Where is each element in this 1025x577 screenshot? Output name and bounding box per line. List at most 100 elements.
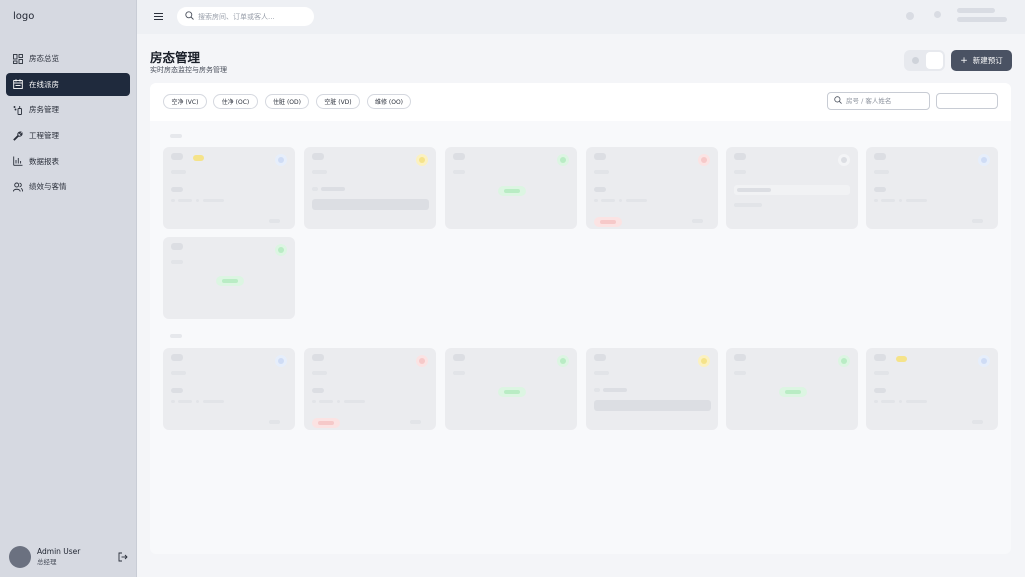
meta-dot [594, 199, 598, 202]
room-card-placeholder[interactable] [866, 348, 998, 430]
room-number-placeholder [453, 354, 465, 361]
new-booking-button[interactable]: + 新建预订 [951, 50, 1012, 71]
meta-dot [899, 400, 902, 403]
dashboard-icon [13, 53, 23, 64]
room-card-placeholder[interactable] [304, 147, 436, 229]
sidebar-item-housekeeping[interactable]: 房务管理 [6, 98, 130, 121]
room-number-placeholder [734, 153, 746, 160]
room-number-placeholder [874, 153, 886, 160]
room-card-placeholder[interactable] [726, 348, 858, 430]
meta-placeholder [972, 420, 983, 424]
room-card-placeholder[interactable] [163, 147, 295, 229]
filter-chip-vd[interactable]: 空脏 (VD) [316, 94, 360, 109]
room-card-placeholder[interactable] [586, 348, 718, 430]
meta-dot [312, 187, 318, 191]
room-type-placeholder [312, 371, 327, 375]
room-card-placeholder[interactable] [866, 147, 998, 229]
meta-dot [619, 199, 622, 202]
notification-placeholder[interactable] [906, 12, 914, 20]
filter-chip-oc[interactable]: 住净 (OC) [213, 94, 258, 109]
room-card-placeholder[interactable] [726, 147, 858, 229]
room-search-input[interactable] [846, 97, 926, 105]
status-indicator [978, 154, 990, 166]
guest-placeholder [171, 187, 183, 192]
user-role: 总经理 [37, 558, 57, 566]
room-card-placeholder[interactable] [304, 348, 436, 430]
user-profile[interactable]: Admin User 总经理 [9, 546, 131, 568]
status-pill [498, 387, 526, 397]
room-card-placeholder[interactable] [586, 147, 718, 229]
room-search[interactable] [827, 92, 930, 110]
bar-chart-icon [13, 156, 23, 167]
meta-placeholder [906, 199, 927, 202]
room-number-placeholder [171, 354, 183, 361]
sidebar-item-label: 房务管理 [29, 105, 59, 115]
guest-placeholder [874, 187, 886, 192]
search-input[interactable] [198, 12, 308, 21]
guest-placeholder [171, 388, 183, 393]
status-indicator [416, 154, 428, 166]
status-pill [779, 387, 807, 397]
room-card-placeholder[interactable] [445, 348, 577, 430]
room-number-placeholder [312, 354, 324, 361]
settings-placeholder[interactable] [934, 11, 941, 18]
meta-placeholder [410, 420, 421, 424]
note-text-placeholder [737, 188, 771, 192]
tag-placeholder [896, 356, 907, 362]
guest-placeholder [603, 388, 627, 392]
status-pill [312, 418, 340, 428]
sidebar-item-engineering[interactable]: 工程管理 [6, 124, 130, 147]
menu-icon[interactable] [153, 11, 164, 22]
app-logo[interactable]: logo [13, 11, 34, 22]
logout-icon[interactable] [118, 552, 128, 562]
sidebar-nav: 房态总览 在线派房 房务管理 工程管理 数据报表 绩效与客情 [6, 47, 130, 201]
guest-placeholder [321, 187, 345, 191]
meta-placeholder [972, 219, 983, 223]
user-role-placeholder [957, 17, 1007, 22]
progress-placeholder [312, 199, 429, 210]
sidebar-item-online-dispatch[interactable]: 在线派房 [6, 72, 130, 96]
room-type-placeholder [594, 170, 609, 174]
status-indicator [416, 355, 428, 367]
room-type-placeholder [734, 371, 746, 375]
room-number-placeholder [594, 153, 606, 160]
wrench-icon [13, 131, 23, 141]
sidebar-item-label: 在线派房 [29, 79, 59, 89]
meta-dot [171, 199, 175, 202]
cleaning-icon [13, 105, 23, 115]
room-card-placeholder[interactable] [445, 147, 577, 229]
status-indicator [275, 154, 287, 166]
room-number-placeholder [594, 354, 606, 361]
room-card-placeholder[interactable] [163, 237, 295, 319]
global-search[interactable] [177, 7, 314, 26]
sidebar-item-label: 绩效与客情 [29, 182, 67, 192]
meta-dot [899, 199, 902, 202]
filter-chip-vc[interactable]: 空净 (VC) [163, 94, 207, 109]
room-number-placeholder [734, 354, 746, 361]
page-title: 房态管理 [150, 50, 201, 65]
room-type-placeholder [874, 371, 889, 375]
status-indicator [557, 154, 569, 166]
status-indicator [838, 355, 850, 367]
sidebar-item-room-overview[interactable]: 房态总览 [6, 47, 130, 70]
user-name-placeholder [957, 8, 995, 13]
floor-select[interactable] [936, 93, 998, 109]
sidebar-item-reports[interactable]: 数据报表 [6, 150, 130, 173]
meta-dot [874, 400, 878, 403]
meta-dot [171, 400, 175, 403]
room-type-placeholder [171, 170, 186, 174]
view-toggle[interactable] [904, 50, 945, 71]
room-type-placeholder [171, 371, 186, 375]
room-type-placeholder [734, 170, 746, 174]
meta-dot [196, 199, 199, 202]
filter-chip-oo[interactable]: 维修 (OO) [367, 94, 411, 109]
filter-chip-od[interactable]: 住脏 (OD) [265, 94, 309, 109]
room-card-placeholder[interactable] [163, 348, 295, 430]
meta-placeholder [692, 219, 703, 223]
meta-dot [196, 400, 199, 403]
meta-placeholder [203, 199, 224, 202]
search-icon [185, 11, 194, 22]
sidebar-item-performance[interactable]: 绩效与客情 [6, 175, 130, 198]
avatar[interactable] [9, 546, 31, 568]
progress-placeholder [594, 400, 711, 411]
